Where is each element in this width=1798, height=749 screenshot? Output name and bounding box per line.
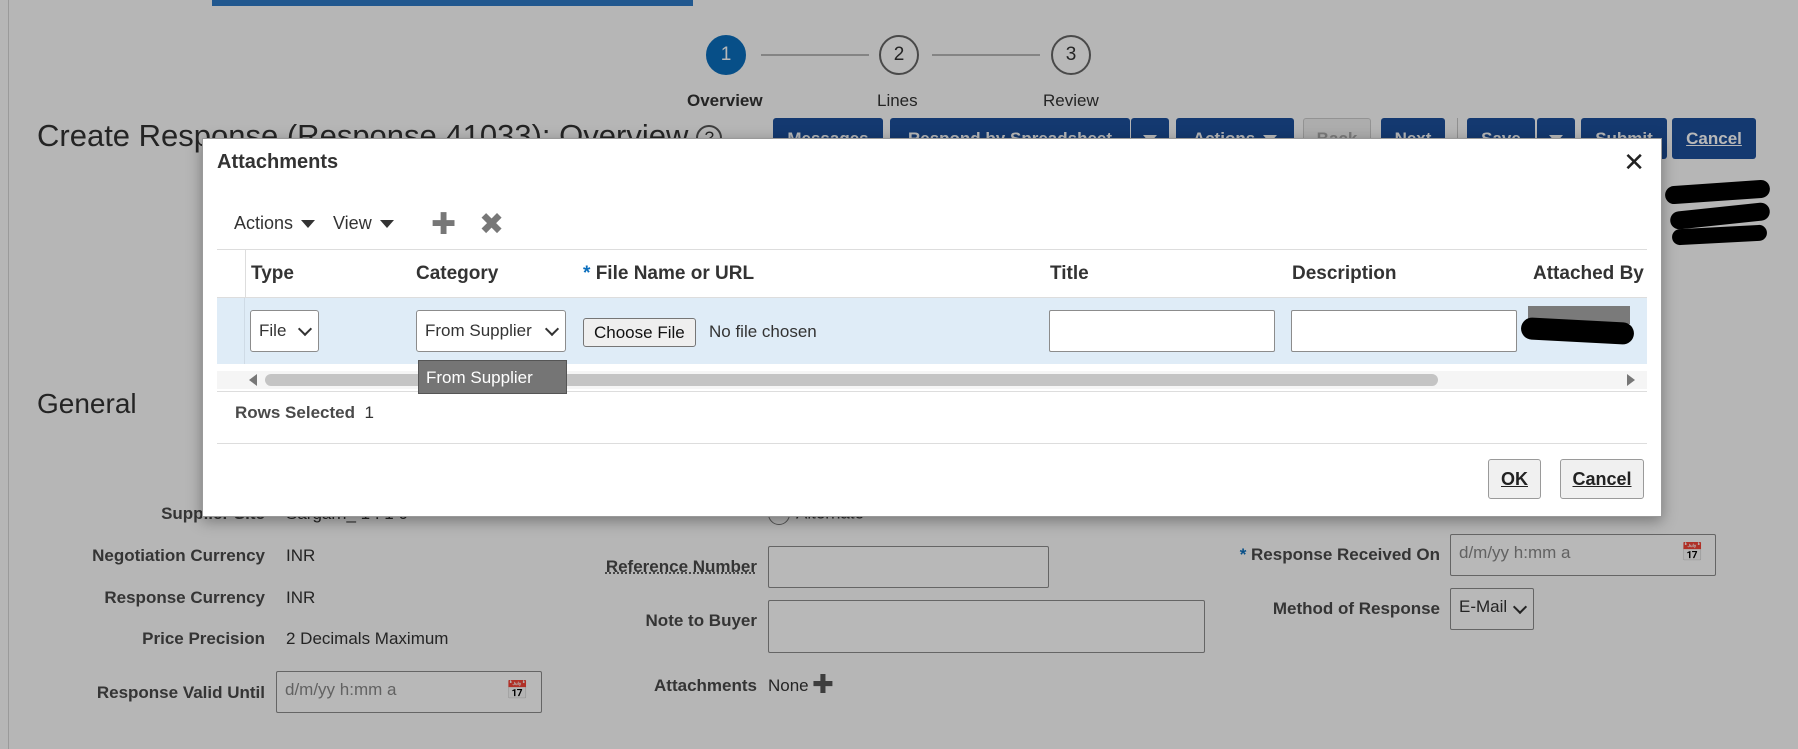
ok-button[interactable]: OK <box>1488 459 1541 499</box>
actions-menu-label: Actions <box>234 213 294 233</box>
column-header-attached-by[interactable]: Attached By <box>1533 263 1644 285</box>
column-header-category[interactable]: Category <box>416 263 498 285</box>
table-top-border <box>217 249 1647 250</box>
close-icon[interactable]: ✕ <box>1623 147 1645 178</box>
column-header-description[interactable]: Description <box>1292 263 1397 285</box>
chevron-down-icon <box>297 321 313 337</box>
column-header-file-name-text: File Name or URL <box>595 263 755 284</box>
required-indicator: * <box>583 263 591 284</box>
row-selector[interactable] <box>217 298 245 364</box>
scroll-left-icon[interactable] <box>249 374 257 386</box>
title-input[interactable] <box>1049 310 1275 352</box>
view-menu[interactable]: View <box>333 213 394 234</box>
scroll-right-icon[interactable] <box>1627 374 1635 386</box>
attachments-dialog: Attachments ✕ Actions View ✚ ✖ Type Cate… <box>202 138 1662 517</box>
type-select[interactable]: File <box>250 310 319 352</box>
chevron-down-icon <box>544 321 560 337</box>
rows-selected-label: Rows Selected <box>235 403 355 422</box>
dialog-title: Attachments <box>217 151 339 173</box>
actions-menu[interactable]: Actions <box>234 213 316 234</box>
dialog-footer-divider <box>217 443 1647 444</box>
dialog-cancel-button[interactable]: Cancel <box>1560 459 1644 499</box>
category-dropdown-option[interactable]: From Supplier <box>418 360 567 394</box>
category-select[interactable]: From Supplier <box>416 310 566 352</box>
chevron-down-icon <box>379 220 394 229</box>
column-header-type[interactable]: Type <box>251 263 294 285</box>
delete-icon[interactable]: ✖ <box>479 207 504 242</box>
description-input[interactable] <box>1291 310 1517 352</box>
no-file-chosen-text: No file chosen <box>709 322 817 341</box>
view-menu-label: View <box>333 213 372 233</box>
rows-selected-status: Rows Selected 1 <box>235 403 374 423</box>
selector-column-divider <box>245 249 246 297</box>
category-select-value: From Supplier <box>425 321 532 340</box>
type-select-value: File <box>259 321 287 340</box>
column-header-title[interactable]: Title <box>1050 263 1089 285</box>
column-header-file-name[interactable]: * File Name or URL <box>583 263 754 285</box>
rows-selected-count: 1 <box>364 403 374 422</box>
add-icon[interactable]: ✚ <box>431 207 456 242</box>
chevron-down-icon <box>301 220 316 229</box>
choose-file-button[interactable]: Choose File <box>583 318 696 347</box>
